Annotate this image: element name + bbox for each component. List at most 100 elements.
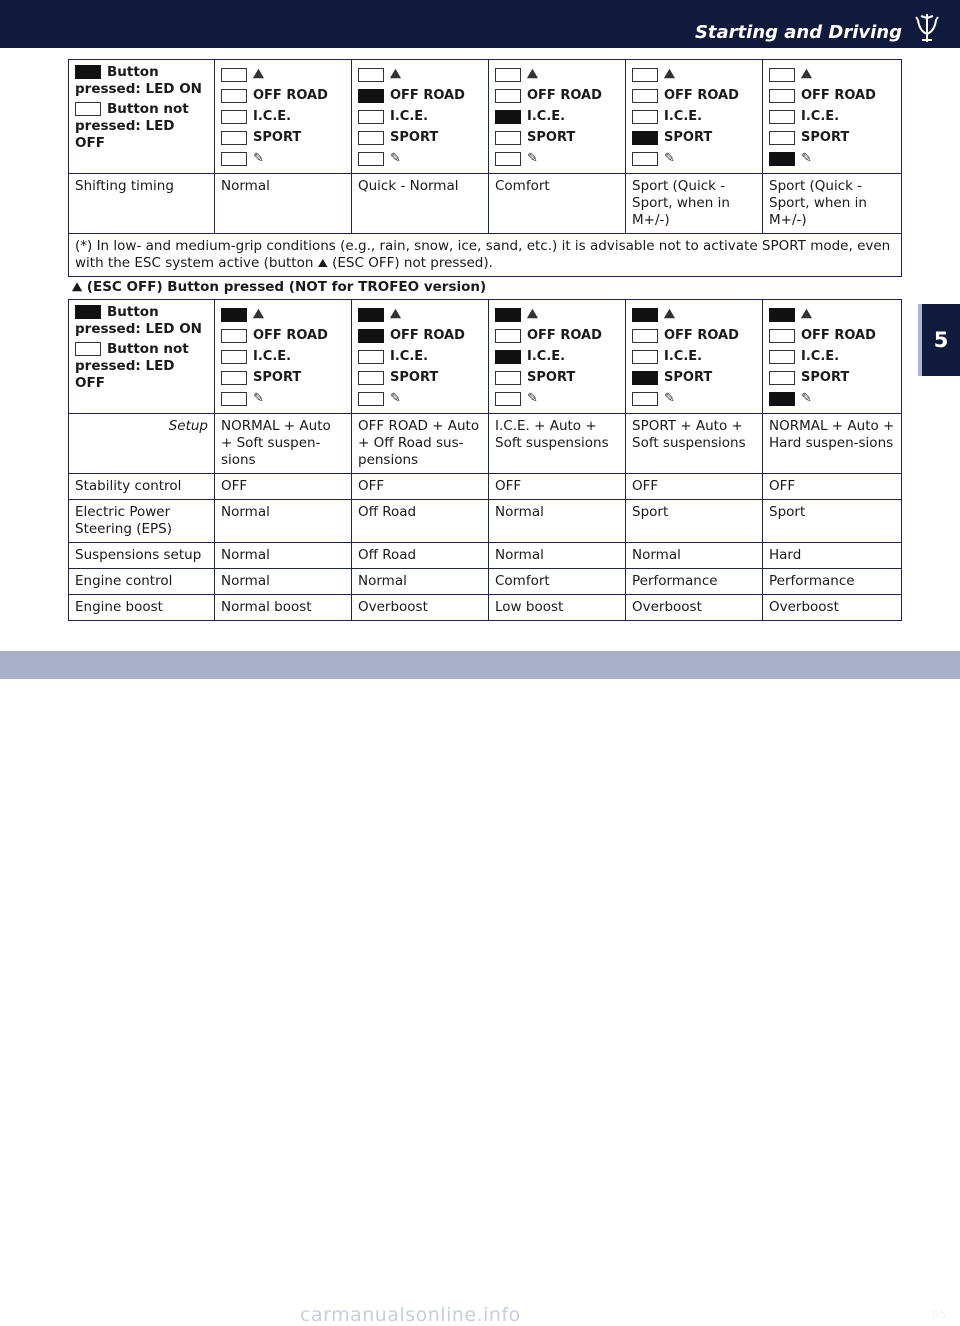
led-indicator-row: I.C.E. [632, 346, 756, 367]
mode-label: OFF ROAD [801, 88, 876, 103]
mode-label: I.C.E. [390, 109, 429, 124]
led-on [495, 349, 521, 364]
mode-label: OFF ROAD [664, 328, 739, 343]
led-indicator-row: SPORT [495, 127, 619, 148]
mode-label: SPORT [253, 370, 302, 385]
led-off [495, 391, 521, 406]
led-indicator-row: ✎ [769, 388, 895, 409]
led-on [769, 307, 795, 322]
led-indicator-row: ⛰ [221, 64, 345, 85]
led-indicator-row: ✎ [358, 388, 482, 409]
table-cell: I.C.E. + Auto + Soft suspensions [488, 413, 626, 474]
drive-mode-table-esc-off: Button pressed: LED ON Button not presse… [68, 299, 902, 621]
led-column-5: ⛰ OFF ROAD I.C.E. SPORT ✎ [762, 299, 902, 414]
led-indicator-row: ⛰ [358, 304, 482, 325]
mode-label: I.C.E. [664, 109, 703, 124]
row-label: Engine boost [68, 594, 215, 621]
mode-label: SPORT [664, 370, 713, 385]
table-cell: OFF [351, 473, 489, 500]
led-column-2: ⛰ OFF ROAD I.C.E. SPORT ✎ [351, 59, 489, 174]
table-cell: OFF [762, 473, 902, 500]
table-cell: Normal [351, 568, 489, 595]
led-off [632, 349, 658, 364]
esc-off-icon: ⛰ [801, 307, 812, 322]
led-indicator-row: ⛰ [495, 304, 619, 325]
led-off [358, 67, 384, 82]
mode-label: I.C.E. [527, 109, 566, 124]
led-indicator-row: OFF ROAD [769, 325, 895, 346]
table-cell: Sport (Quick - Sport, when in M+/-) [625, 173, 763, 234]
led-indicator-row: OFF ROAD [495, 325, 619, 346]
led-off [632, 67, 658, 82]
table-cell: Hard [762, 542, 902, 569]
led-indicator-row: OFF ROAD [358, 85, 482, 106]
led-indicator-row: OFF ROAD [495, 85, 619, 106]
mode-label: SPORT [801, 130, 850, 145]
led-indicator-row: ✎ [632, 148, 756, 169]
mode-label: OFF ROAD [390, 88, 465, 103]
led-indicator-row: I.C.E. [495, 106, 619, 127]
led-off [358, 370, 384, 385]
led-indicator-row: ✎ [358, 148, 482, 169]
table-cell: Overboost [762, 594, 902, 621]
led-indicator-row: ⛰ [769, 304, 895, 325]
led-indicator-row: ✎ [221, 148, 345, 169]
table-row: Button pressed: LED ON Button not presse… [68, 59, 902, 174]
mode-label: I.C.E. [527, 349, 566, 364]
mode-label: SPORT [253, 130, 302, 145]
table-cell: Normal [488, 499, 626, 543]
led-column-3: ⛰ OFF ROAD I.C.E. SPORT ✎ [488, 59, 626, 174]
chapter-tab[interactable]: 5 [918, 304, 960, 376]
led-off [632, 151, 658, 166]
table-cell: Comfort [488, 173, 626, 234]
esc-off-icon: ⛰ [527, 67, 538, 82]
row-label: Stability control [68, 473, 215, 500]
manual-mode-icon: ✎ [664, 151, 675, 166]
led-off [632, 109, 658, 124]
led-off [358, 130, 384, 145]
led-on-swatch [75, 65, 101, 79]
table-cell: NORMAL + Auto + Soft suspen-sions [214, 413, 352, 474]
table-row: Stability control OFF OFF OFF OFF OFF [68, 473, 902, 500]
led-off-swatch [75, 102, 101, 116]
led-off [769, 130, 795, 145]
table-row: Button pressed: LED ON Button not presse… [68, 299, 902, 414]
drive-mode-table-esc-on: Button pressed: LED ON Button not presse… [68, 59, 902, 277]
esc-off-icon: ⛰ [801, 67, 812, 82]
table-cell: Quick - Normal [351, 173, 489, 234]
mode-label: OFF ROAD [664, 88, 739, 103]
esc-off-icon: ⛰ [253, 67, 264, 82]
legend-cell: Button pressed: LED ON Button not presse… [68, 299, 215, 414]
manual-mode-icon: ✎ [801, 391, 812, 406]
manual-mode-icon: ✎ [664, 391, 675, 406]
mode-label: SPORT [527, 130, 576, 145]
led-indicator-row: ✎ [495, 148, 619, 169]
footer-bar: carmanualsonline.info 85 [0, 651, 960, 1326]
table-cell: OFF [214, 473, 352, 500]
led-indicator-row: ⛰ [632, 64, 756, 85]
table-row: Setup NORMAL + Auto + Soft suspen-sions … [68, 413, 902, 474]
led-off [495, 67, 521, 82]
led-indicator-row: ✎ [769, 148, 895, 169]
led-indicator-row: ⛰ [495, 64, 619, 85]
esc-off-icon: ⛰ [664, 67, 675, 82]
table-cell: OFF [488, 473, 626, 500]
led-off [769, 88, 795, 103]
led-off [769, 349, 795, 364]
led-indicator-row: SPORT [632, 367, 756, 388]
led-column-4: ⛰ OFF ROAD I.C.E. SPORT ✎ [625, 299, 763, 414]
led-off [769, 370, 795, 385]
mode-label: OFF ROAD [253, 88, 328, 103]
led-indicator-row: OFF ROAD [221, 325, 345, 346]
table-cell: Performance [625, 568, 763, 595]
led-indicator-row: ✎ [632, 388, 756, 409]
table-row: Engine boost Normal boost Overboost Low … [68, 594, 902, 621]
row-label: Engine control [68, 568, 215, 595]
table-cell: Sport (Quick - Sport, when in M+/-) [762, 173, 902, 234]
led-off [632, 328, 658, 343]
led-indicator-row: OFF ROAD [358, 325, 482, 346]
note-cell: (*) In low- and medium-grip conditions (… [68, 233, 902, 277]
led-off [358, 151, 384, 166]
table-cell: Normal [214, 568, 352, 595]
led-off [632, 88, 658, 103]
